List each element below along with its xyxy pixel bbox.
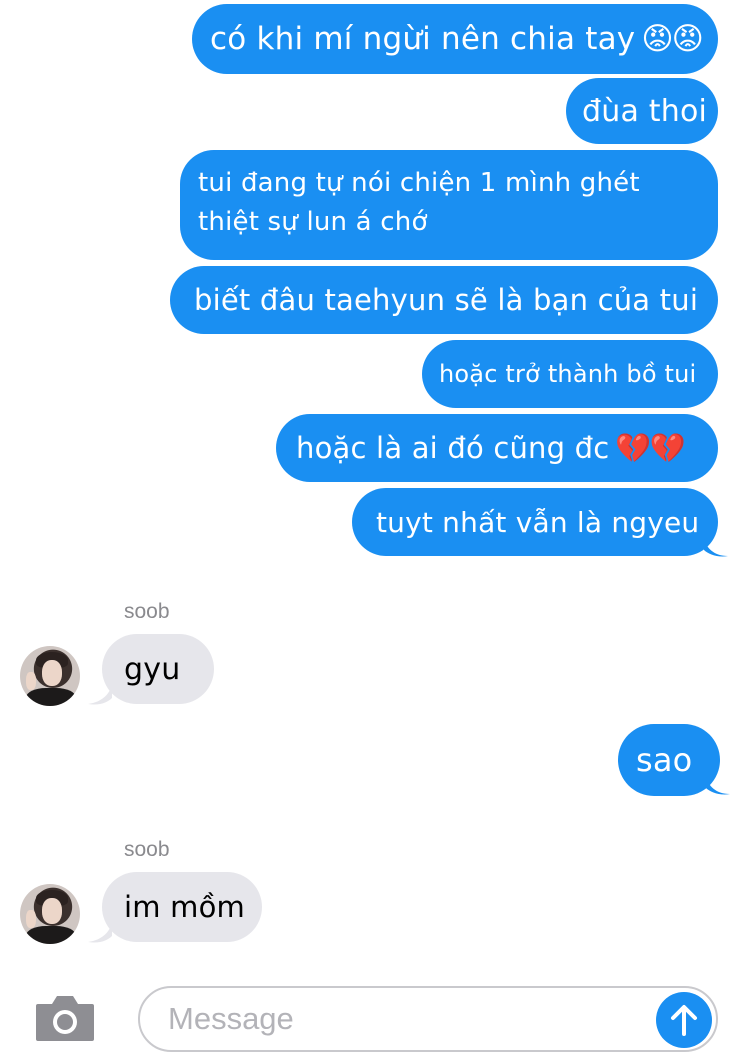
message-bubble-outgoing[interactable]: đùa thoi: [566, 78, 718, 144]
sender-name: soob: [124, 600, 170, 623]
bubble-tail: [704, 538, 728, 557]
message-text: đùa thoi: [582, 93, 708, 129]
message-bubble-incoming[interactable]: im mồm: [102, 872, 262, 942]
broken-heart-emoji-icon: 💔💔: [615, 430, 685, 465]
message-text: im mồm: [124, 890, 245, 924]
message-text: có khi mí ngừi nên chia tay: [210, 21, 636, 57]
message-bubble-outgoing[interactable]: hoặc trở thành bồ tui: [422, 340, 718, 408]
message-bubble-outgoing[interactable]: sao: [618, 724, 720, 796]
arrow-up-icon: [671, 1005, 697, 1036]
message-text: hoặc trở thành bồ tui: [439, 360, 697, 388]
message-text: tui đang tự nói chiện 1 mình ghét thiệt …: [198, 168, 640, 237]
message-input-placeholder: Message: [168, 1001, 294, 1036]
avatar[interactable]: [20, 884, 80, 944]
message-text: sao: [636, 741, 693, 779]
message-text: tuyt nhất vẫn là ngyeu: [376, 505, 700, 539]
message-text: hoặc là ai đó cũng đc: [296, 431, 610, 465]
camera-icon[interactable]: [34, 994, 96, 1042]
message-text: gyu: [124, 651, 181, 687]
avatar[interactable]: [20, 646, 80, 706]
message-bubble-outgoing[interactable]: tui đang tự nói chiện 1 mình ghét thiệt …: [180, 150, 718, 260]
message-bubble-outgoing[interactable]: hoặc là ai đó cũng đc 💔💔: [276, 414, 718, 482]
message-text: biết đâu taehyun sẽ là bạn của tui: [194, 283, 699, 317]
composer-bar: Message: [0, 968, 744, 1063]
angry-face-emoji-icon: 😡😡: [641, 21, 704, 57]
bubble-tail: [706, 776, 730, 795]
message-bubble-outgoing[interactable]: biết đâu taehyun sẽ là bạn của tui: [170, 266, 718, 334]
message-bubble-incoming[interactable]: gyu: [102, 634, 214, 704]
message-bubble-outgoing[interactable]: tuyt nhất vẫn là ngyeu: [352, 488, 718, 556]
message-bubble-outgoing[interactable]: có khi mí ngừi nên chia tay 😡😡: [192, 4, 718, 74]
sender-name: soob: [124, 838, 170, 861]
message-input[interactable]: Message: [138, 986, 718, 1052]
message-thread: có khi mí ngừi nên chia tay 😡😡 đùa thoi …: [0, 0, 744, 1063]
send-button[interactable]: [656, 992, 712, 1048]
